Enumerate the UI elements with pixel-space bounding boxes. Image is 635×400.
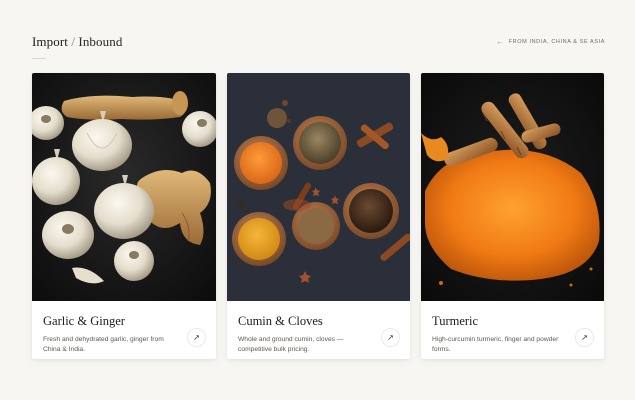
- card-title: Garlic & Ginger: [43, 314, 125, 328]
- arrow-up-right-icon[interactable]: ↗: [575, 328, 594, 347]
- arrow-up-right-icon[interactable]: ↗: [187, 328, 206, 347]
- card-body: Garlic & Ginger Fresh and dehydrated gar…: [32, 301, 216, 359]
- title-main: Import: [32, 34, 68, 49]
- card-body: Cumin & Cloves Whole and ground cumin, c…: [227, 301, 410, 359]
- header-divider: [32, 58, 46, 59]
- card-description: Fresh and dehydrated garlic, ginger from…: [43, 336, 164, 353]
- card-body: Turmeric High-curcumin turmeric, finger …: [421, 301, 604, 359]
- arrow-up-right-icon[interactable]: ↗: [381, 328, 400, 347]
- title-sub: Inbound: [78, 34, 123, 49]
- card-title: Cumin & Cloves: [238, 314, 323, 328]
- card-turmeric[interactable]: Turmeric High-curcumin turmeric, finger …: [421, 73, 604, 359]
- card-garlic-ginger[interactable]: Garlic & Ginger Fresh and dehydrated gar…: [32, 73, 216, 359]
- page-header: Import / Inbound ← FROM INDIA, CHINA & S…: [32, 34, 605, 50]
- card-title: Turmeric: [432, 314, 479, 328]
- title-separator: /: [67, 34, 79, 49]
- page-title: Import / Inbound: [32, 34, 122, 50]
- cumin-cloves-photo: [227, 73, 410, 301]
- card-description: High-curcumin turmeric, finger and powde…: [432, 336, 559, 353]
- product-cards: Garlic & Ginger Fresh and dehydrated gar…: [32, 73, 604, 359]
- origin-text: FROM INDIA, CHINA & SE ASIA: [508, 39, 605, 45]
- arrow-left-icon: ←: [496, 38, 504, 46]
- card-cumin-cloves[interactable]: Cumin & Cloves Whole and ground cumin, c…: [227, 73, 410, 359]
- turmeric-photo: [421, 73, 604, 301]
- garlic-ginger-photo: [32, 73, 216, 301]
- origin-link[interactable]: ← FROM INDIA, CHINA & SE ASIA: [496, 39, 605, 46]
- card-description: Whole and ground cumin, cloves — competi…: [238, 336, 344, 353]
